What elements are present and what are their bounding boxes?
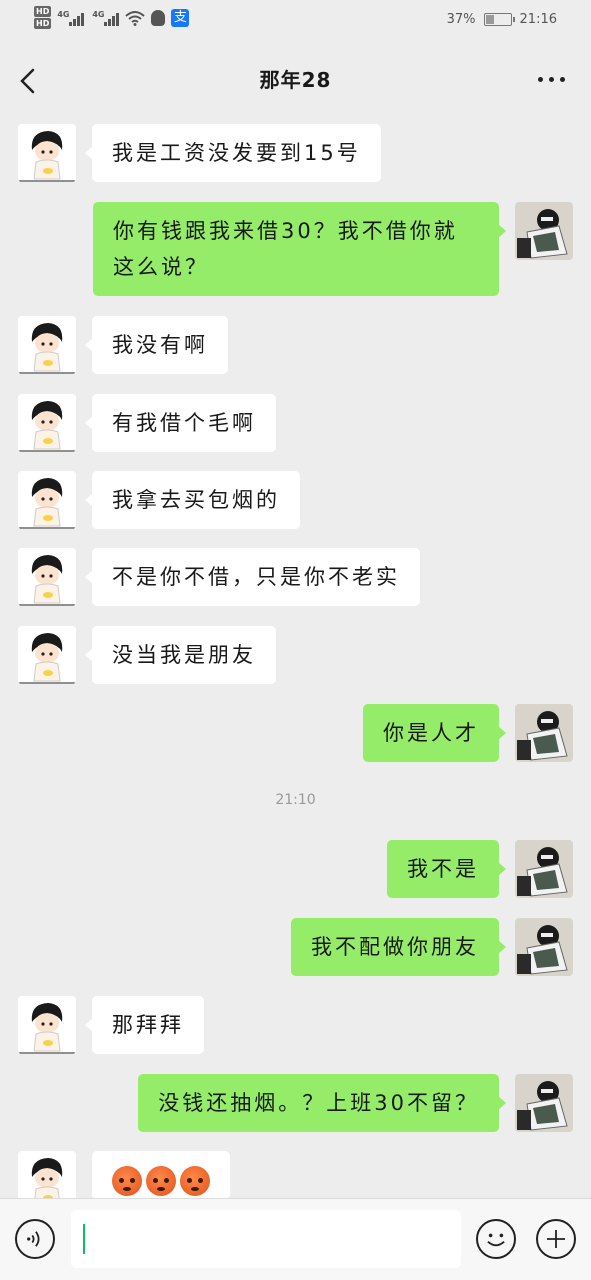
alipay-icon: 支	[171, 9, 190, 27]
clock: 21:16	[519, 12, 557, 27]
message-bubble[interactable]: 我是工资没发要到15号	[85, 124, 381, 182]
message-input[interactable]	[71, 1210, 461, 1268]
outgoing-message[interactable]: 你有钱跟我来借30？我不借你就这么说？	[93, 202, 573, 296]
chat-header: 那年28	[0, 44, 591, 116]
hd-label-1: HD	[34, 6, 52, 17]
contact-avatar[interactable]	[18, 626, 76, 684]
contact-avatar[interactable]	[18, 316, 76, 374]
emoji-sweat-icon	[146, 1166, 176, 1196]
my-avatar[interactable]	[515, 704, 573, 762]
voice-icon[interactable]	[15, 1219, 55, 1259]
plus-icon[interactable]	[536, 1219, 576, 1259]
smiley-icon[interactable]	[476, 1219, 516, 1259]
incoming-message[interactable]: 有我借个毛啊	[18, 394, 276, 452]
contact-avatar[interactable]	[18, 996, 76, 1054]
outgoing-message[interactable]: 我不是	[387, 840, 573, 898]
input-bar	[0, 1198, 591, 1280]
battery-fill	[485, 15, 495, 24]
message-bubble[interactable]: 不是你不借，只是你不老实	[85, 548, 420, 606]
message-bubble[interactable]: 我不配做你朋友	[291, 918, 506, 976]
message-bubble[interactable]: 我没有啊	[85, 316, 228, 374]
network-type-label-1: 4G	[57, 10, 70, 19]
message-bubble[interactable]: 有我借个毛啊	[85, 394, 276, 452]
emoji-sweat-icon	[180, 1166, 210, 1196]
network-type-label-2: 4G	[92, 10, 105, 19]
message-bubble[interactable]: 没当我是朋友	[85, 626, 276, 684]
signal-icon-2: 4G	[92, 10, 120, 26]
hd-label-2: HD	[34, 18, 52, 29]
incoming-message[interactable]: 我拿去买包烟的	[18, 471, 300, 529]
wifi-icon	[125, 11, 146, 26]
message-bubble[interactable]	[92, 1151, 230, 1199]
my-avatar[interactable]	[515, 918, 573, 976]
incoming-message[interactable]: 不是你不借，只是你不老实	[18, 548, 420, 606]
status-bar: HD HD 4G 4G 支 37% 21:16	[0, 0, 591, 44]
my-avatar[interactable]	[515, 840, 573, 898]
outgoing-message[interactable]: 你是人才	[363, 704, 573, 762]
incoming-message[interactable]: 那拜拜	[18, 996, 204, 1054]
outgoing-message[interactable]: 没钱还抽烟。？上班30不留？	[138, 1074, 573, 1132]
text-caret	[83, 1224, 85, 1254]
emoji-sweat-icon	[112, 1166, 142, 1196]
my-avatar[interactable]	[515, 1074, 573, 1132]
qq-icon	[151, 10, 166, 26]
signal-icon: 4G	[57, 10, 85, 26]
message-bubble[interactable]: 我拿去买包烟的	[85, 471, 300, 529]
chat-title: 那年28	[259, 68, 332, 92]
incoming-message[interactable]: 没当我是朋友	[18, 626, 276, 684]
time-divider: 21:10	[275, 792, 316, 808]
incoming-message[interactable]: 我是工资没发要到15号	[18, 124, 381, 182]
contact-avatar[interactable]	[18, 394, 76, 452]
contact-avatar[interactable]	[18, 471, 76, 529]
contact-avatar[interactable]	[18, 548, 76, 606]
battery-percent: 37%	[446, 12, 476, 27]
message-bubble[interactable]: 我不是	[387, 840, 506, 898]
contact-avatar[interactable]	[18, 124, 76, 182]
hd-indicator: HD HD	[34, 6, 52, 30]
message-bubble[interactable]: 没钱还抽烟。？上班30不留？	[138, 1074, 506, 1132]
message-bubble[interactable]: 你是人才	[363, 704, 506, 762]
message-bubble[interactable]: 你有钱跟我来借30？我不借你就这么说？	[93, 202, 506, 296]
incoming-message[interactable]: 我没有啊	[18, 316, 228, 374]
message-bubble[interactable]: 那拜拜	[85, 996, 204, 1054]
battery-icon	[483, 13, 515, 26]
more-dots-icon[interactable]	[538, 77, 565, 82]
outgoing-message[interactable]: 我不配做你朋友	[291, 918, 573, 976]
my-avatar[interactable]	[515, 202, 573, 260]
